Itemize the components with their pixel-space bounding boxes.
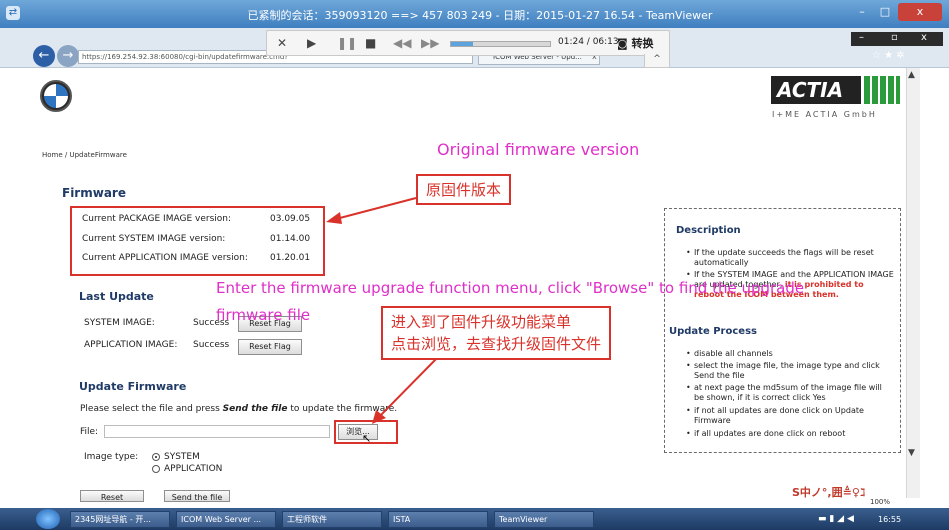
pause-icon[interactable]: ❚❚ [337,36,357,50]
close-icon[interactable]: ✕ [277,36,287,50]
annotation-enter-cn-line2: 点击浏览，去查找升级固件文件 [391,335,602,353]
page-scrollbar[interactable]: ▲ ▼ [906,68,920,498]
teamviewer-title: 已紧制的会话：359093120 ==> 457 803 249 - 日期：20… [247,9,713,22]
bmw-logo-quadrant-blue [56,84,68,96]
instruction-text-pre: Please select the file and press [80,404,223,414]
video-progress-fill [451,42,474,46]
update-instruction: Please select the file and press Send th… [80,404,397,414]
switch-button[interactable]: ◙ 转换 [617,35,654,51]
application-version-label: Current APPLICATION IMAGE version: [82,253,248,263]
bmw-logo [40,80,72,112]
file-input[interactable] [104,425,330,438]
application-version-value: 01.20.01 [270,253,311,263]
system-tray-icons[interactable]: ▬ ▮ ◢ ◀ [818,514,854,524]
taskbar-clock: 16:55 [878,515,902,524]
system-version-label: Current SYSTEM IMAGE version: [82,234,226,244]
switch-icon: ◙ [617,37,632,50]
back-arrow-icon[interactable]: ← [33,45,55,67]
teamviewer-title-bar: ⇄ 已紧制的会话：359093120 ==> 457 803 249 - 日期：… [0,0,949,28]
bmw-logo-quadrant-white [56,96,68,108]
description-bullet: If the update succeeds the flags will be… [686,248,894,268]
reset-button[interactable]: Reset [80,490,144,502]
taskbar-item-ista[interactable]: ISTA [388,511,488,528]
browser-restore-icon[interactable]: ▫ [891,32,898,43]
browser-window-controls: – ▫ x [851,32,943,46]
maximize-button[interactable]: □ [874,3,896,21]
annotation-enter-en-line2: firmware file [216,306,311,324]
annotation-enter-en-line1: Enter the firmware upgrade function menu… [216,279,805,297]
breadcrumb[interactable]: Home / UpdateFirmware [42,151,127,159]
update-firmware-heading: Update Firmware [79,380,187,393]
taskbar-item-engineer[interactable]: 工程师软件 [282,511,382,528]
close-button[interactable]: x [898,3,942,21]
image-type-label: Image type: [84,452,139,462]
zoom-level[interactable]: 100% [870,498,890,506]
application-image-label: APPLICATION IMAGE: [84,340,178,350]
application-radio[interactable] [152,465,160,473]
description-heading: Description [676,225,741,236]
system-version-value: 01.14.00 [270,234,311,244]
package-version-value: 03.09.05 [270,214,311,224]
stop-icon[interactable]: ■ [365,36,376,50]
process-step: if not all updates are done click on Upd… [686,406,894,426]
system-image-label: SYSTEM IMAGE: [84,318,155,328]
process-step: select the image file, the image type an… [686,361,894,381]
instruction-emphasis: Send the file [222,404,288,414]
last-update-heading: Last Update [79,290,154,303]
system-radio-label: SYSTEM [164,452,200,462]
forward-arrow-icon[interactable]: → [57,45,79,67]
process-step: disable all channels [686,349,894,359]
switch-label: 转换 [631,37,654,50]
video-player-bar: ✕ ▶ ❚❚ ■ ◀◀ ▶▶ 01:24 / 06:13 ◙ 转换 [266,30,670,56]
taskbar-item-2345[interactable]: 2345网址导航 - 开... [70,511,170,528]
application-image-status: Success [193,340,230,350]
annotation-original-en: Original firmware version [437,140,640,159]
update-process-heading: Update Process [669,326,757,337]
file-label: File: [80,427,99,437]
taskbar-item-teamviewer[interactable]: TeamViewer [494,511,594,528]
play-icon[interactable]: ▶ [307,36,316,50]
browser-minimize-icon[interactable]: – [859,32,864,43]
fast-forward-icon[interactable]: ▶▶ [421,36,439,50]
scroll-down-icon[interactable]: ▼ [908,448,915,458]
firmware-heading: Firmware [62,186,126,200]
annotation-original-cn: 原固件版本 [416,174,512,205]
bmw-logo-quadrant-blue [44,96,56,108]
taskbar-item-icom[interactable]: ICOM Web Server ... [176,511,276,528]
browser-close-icon[interactable]: x [921,32,927,43]
bmw-logo-quadrant-white [44,84,56,96]
annotation-enter-cn: 进入到了固件升级功能菜单 点击浏览，去查找升级固件文件 [381,306,612,360]
scroll-up-icon[interactable]: ▲ [908,70,915,80]
teamviewer-icon: ⇄ [6,6,20,20]
application-radio-label: APPLICATION [164,464,223,474]
mouse-cursor-icon: ↖ [362,432,372,445]
ime-toolbar[interactable]: S中ノ°,囲≜♀ℷ [792,484,932,502]
actia-subtitle: I+ME ACTIA GmbH [772,110,877,119]
rewind-icon[interactable]: ◀◀ [393,36,411,50]
annotation-enter-cn-line1: 进入到了固件升级功能菜单 [391,313,572,331]
system-radio[interactable] [152,453,160,461]
minimize-button[interactable]: – [851,3,873,21]
package-version-label: Current PACKAGE IMAGE version: [82,214,231,224]
video-time: 01:24 / 06:13 [558,37,619,47]
reset-flag-application-button[interactable]: Reset Flag [238,339,302,355]
actia-logo: ACTIA [771,76,861,104]
video-progress-bar[interactable] [450,41,551,47]
actia-logo-grid [864,76,900,104]
browse-button[interactable]: 浏览... [338,424,378,440]
start-button-icon[interactable] [36,509,60,529]
send-file-button[interactable]: Send the file [164,490,230,502]
chevron-up-icon[interactable]: ^ [644,54,670,68]
process-step: if all updates are done click on reboot [686,429,894,439]
process-step: at next page the md5sum of the image fil… [686,383,894,403]
instruction-text-post: to update the firmware. [287,404,398,414]
browser-tools-icons[interactable]: ☆ ★ ✲ [872,50,905,61]
